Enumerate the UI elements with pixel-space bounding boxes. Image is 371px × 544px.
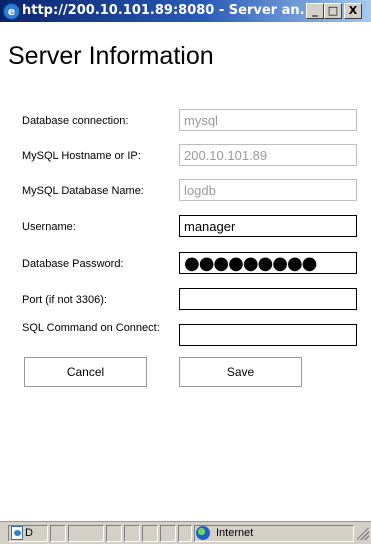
status-text: D xyxy=(25,527,33,539)
sql-command-field[interactable] xyxy=(179,324,357,346)
status-pane xyxy=(160,525,176,542)
status-pane xyxy=(50,525,66,542)
zone-label: Internet xyxy=(216,527,254,539)
port-label: Port (if not 3306): xyxy=(22,294,107,306)
sql-command-label: SQL Command on Connect: xyxy=(22,322,160,334)
page-icon xyxy=(11,526,23,540)
status-pane xyxy=(68,525,104,542)
window-title: http://200.10.101.89:8080 - Server an... xyxy=(22,3,304,18)
username-field[interactable]: manager xyxy=(179,215,357,237)
maximize-button[interactable]: □ xyxy=(324,3,342,19)
password-field[interactable]: ●●●●●●●●● xyxy=(179,252,357,274)
page-title: Server Information xyxy=(8,42,214,70)
db-name-field: logdb xyxy=(179,179,357,201)
ie-browser-icon[interactable]: e xyxy=(3,3,20,20)
status-pane xyxy=(178,525,192,542)
db-name-label: MySQL Database Name: xyxy=(22,185,144,197)
hostname-field: 200.10.101.89 xyxy=(179,144,357,166)
port-field[interactable] xyxy=(179,288,357,310)
status-bar: D Internet xyxy=(0,521,371,544)
status-pane xyxy=(142,525,158,542)
db-connection-label: Database connection: xyxy=(22,115,129,127)
minimize-button[interactable]: _ xyxy=(306,3,324,19)
username-label: Username: xyxy=(22,221,76,233)
password-label: Database Password: xyxy=(22,258,124,270)
close-button[interactable]: X xyxy=(344,3,362,19)
hostname-label: MySQL Hostname or IP: xyxy=(22,150,141,162)
status-pane xyxy=(124,525,140,542)
db-connection-field: mysql xyxy=(179,109,357,131)
globe-icon xyxy=(196,526,210,540)
window-titlebar[interactable]: e http://200.10.101.89:8080 - Server an.… xyxy=(0,0,371,22)
resize-grip-icon[interactable] xyxy=(357,528,369,540)
status-pane xyxy=(106,525,122,542)
cancel-button[interactable]: Cancel xyxy=(24,357,147,387)
save-button[interactable]: Save xyxy=(179,357,302,387)
